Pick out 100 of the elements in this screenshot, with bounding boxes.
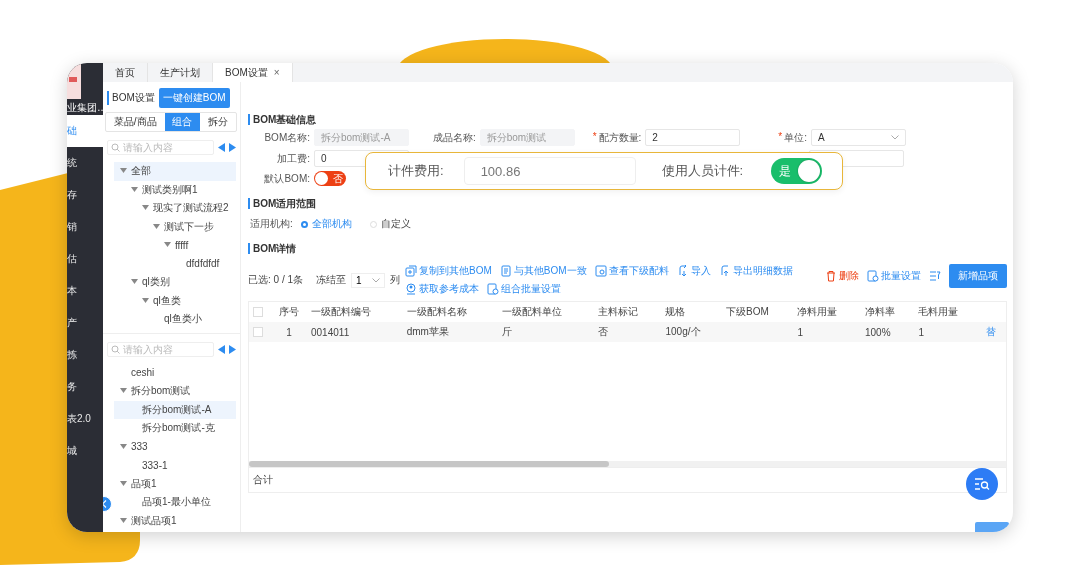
- close-icon[interactable]: ×: [273, 67, 280, 78]
- chevron-down-icon: [890, 135, 899, 140]
- caret-icon: [120, 480, 127, 487]
- column-header: 一级配料名称: [406, 306, 467, 317]
- search-field[interactable]: 请输入内容: [107, 140, 214, 155]
- table-cell: 1: [918, 326, 924, 338]
- table-cell: 1: [286, 326, 292, 338]
- checkbox[interactable]: [253, 307, 263, 317]
- checkbox[interactable]: [253, 327, 263, 337]
- toolbar-button[interactable]: 与其他BOM一致: [499, 264, 587, 278]
- sidebar-item[interactable]: 拣: [67, 339, 103, 371]
- tab[interactable]: 首页: [103, 63, 148, 82]
- tree-item[interactable]: 测试类别啊1: [114, 180, 236, 199]
- tree-item[interactable]: ql鱼类小: [114, 310, 236, 329]
- logo-icon: [67, 63, 81, 99]
- section-title: BOM适用范围: [248, 198, 1007, 209]
- sidebar-item[interactable]: 销: [67, 211, 103, 243]
- caret-icon: [120, 517, 127, 524]
- tree-item[interactable]: 333-1: [114, 456, 236, 475]
- tree-item[interactable]: 品项1: [114, 474, 236, 493]
- toolbar-button[interactable]: 删除: [825, 269, 859, 283]
- column-header: 序号: [279, 306, 299, 317]
- tree-item[interactable]: fffff: [114, 236, 236, 255]
- person-icon: [405, 283, 417, 295]
- toolbar-button[interactable]: 导入: [676, 264, 711, 278]
- caret-icon: [131, 279, 138, 286]
- toggle-switch[interactable]: 否: [314, 171, 346, 186]
- toolbar-button[interactable]: 批量设置: [867, 269, 921, 283]
- search-icon: [111, 143, 120, 152]
- table-footer: 合计: [248, 467, 1007, 493]
- field-label: 加工费:: [277, 151, 310, 166]
- table-cell: 100%: [864, 326, 891, 338]
- toolbar-button[interactable]: 获取参考成本: [405, 282, 479, 296]
- select-field[interactable]: 1: [351, 272, 385, 288]
- panel-title: BOM设置: [107, 91, 155, 105]
- table-cell: 100g/个: [665, 326, 701, 337]
- radio-option[interactable]: 自定义: [369, 217, 411, 231]
- tree-item[interactable]: 拆分bom测试: [114, 382, 236, 401]
- company-name: 业集团…: [67, 101, 107, 115]
- required-mark: *: [778, 130, 783, 144]
- sidebar-item[interactable]: 本: [67, 275, 103, 307]
- field-label: 默认BOM:: [264, 171, 310, 186]
- sidebar-item[interactable]: 存: [67, 179, 103, 211]
- sidebar-item[interactable]: 估: [67, 243, 103, 275]
- caret-icon: [120, 168, 127, 175]
- selection-count: 已选: 0 / 1条: [248, 273, 303, 287]
- segment-tab[interactable]: 拆分: [200, 113, 236, 131]
- tree-item[interactable]: ql类别: [114, 273, 236, 292]
- view-icon: [594, 265, 607, 277]
- tree-item[interactable]: 全部: [114, 162, 236, 181]
- segment-tab[interactable]: 菜品/商品: [106, 113, 165, 131]
- export-icon: [718, 265, 731, 277]
- search-field[interactable]: 请输入内容: [107, 341, 214, 357]
- delete-icon: [825, 270, 837, 282]
- right-arrow-icon: [229, 143, 236, 152]
- chevron-down-icon: [372, 277, 380, 283]
- toolbar-button[interactable]: 组合批量设置: [487, 282, 561, 296]
- tree-item[interactable]: 品项1-最小单位: [114, 493, 236, 512]
- field-label: 单位:: [784, 130, 807, 145]
- sidebar-item[interactable]: 表2.0: [67, 403, 103, 435]
- toolbar-button[interactable]: 查看下级配料: [594, 264, 669, 278]
- right-arrow-icon: [229, 344, 236, 354]
- unit-label: 列: [390, 273, 400, 287]
- sidebar-item[interactable]: 础: [67, 115, 103, 147]
- select-field[interactable]: A: [810, 129, 906, 146]
- tree-item[interactable]: 333: [114, 437, 236, 456]
- caret-icon: [164, 242, 171, 249]
- field-label: 冻结至: [316, 273, 346, 287]
- column-header: 下级BOM: [726, 306, 769, 317]
- sidebar-item[interactable]: 产: [67, 307, 103, 339]
- column-header: 净料率: [864, 306, 895, 317]
- floating-button[interactable]: [966, 468, 998, 500]
- tab[interactable]: BOM设置 ×: [213, 63, 293, 82]
- tree-item[interactable]: 现实了测试流程2: [114, 199, 236, 218]
- tree-item[interactable]: 拆分bom测试-克: [114, 419, 236, 438]
- tree-item[interactable]: ql鱼类: [114, 291, 236, 310]
- tree-item[interactable]: 拆分bom测试-A: [114, 400, 236, 419]
- tree-item[interactable]: 测试品项1: [114, 511, 236, 530]
- input-field[interactable]: 2: [645, 129, 741, 146]
- sidebar-item[interactable]: 务: [67, 371, 103, 403]
- left-arrow-icon: [218, 143, 225, 152]
- scrollbar-thumb[interactable]: [249, 461, 609, 467]
- tree-item[interactable]: ceshi: [114, 363, 236, 382]
- radio-option[interactable]: 全部机构: [300, 217, 352, 231]
- column-settings-icon: [929, 270, 941, 282]
- column-header: 一级配料单位: [502, 306, 563, 317]
- section-title: BOM详情: [248, 243, 1007, 254]
- caret-icon: [142, 205, 149, 212]
- toolbar-button[interactable]: 复制到其他BOM: [405, 264, 492, 278]
- caret-icon: [120, 388, 127, 395]
- toolbar-button[interactable]: 导出明细数据: [718, 264, 793, 278]
- section-title: BOM基础信息: [248, 114, 1007, 125]
- field-label: 使用人员计件:: [661, 162, 744, 180]
- caret-icon: [131, 186, 138, 193]
- sidebar-item[interactable]: 城: [67, 435, 103, 467]
- sidebar-item[interactable]: 统: [67, 147, 103, 179]
- tree-item[interactable]: dfdfdfdf: [114, 254, 236, 273]
- tree-item[interactable]: 测试下一步: [114, 217, 236, 236]
- settings-icon: [867, 270, 879, 282]
- input-field[interactable]: 100.86: [463, 157, 636, 185]
